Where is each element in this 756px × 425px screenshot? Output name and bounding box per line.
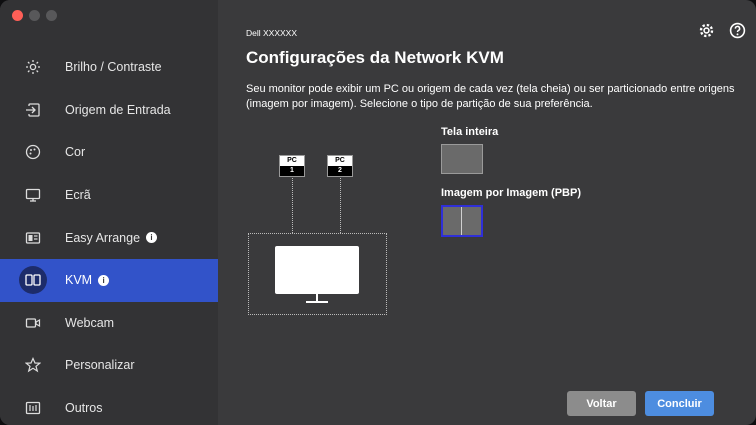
sidebar-item-color[interactable]: Cor: [0, 131, 218, 174]
sidebar-item-display[interactable]: Ecrã: [0, 174, 218, 217]
help-icon[interactable]: [729, 22, 746, 44]
full-screen-option[interactable]: [441, 144, 483, 174]
webcam-icon: [23, 313, 43, 333]
pc1-label: PC: [280, 156, 304, 166]
sidebar-item-label: Personalizar: [65, 358, 135, 373]
monitor-stand-foot: [306, 301, 328, 303]
display-icon: [23, 185, 43, 205]
sidebar-item-label: KVM: [65, 273, 93, 288]
top-icons: [698, 22, 746, 44]
color-icon: [23, 142, 43, 162]
sidebar-item-label: Cor: [65, 145, 86, 160]
sidebar-item-personalize[interactable]: Personalizar: [0, 344, 218, 387]
zoom-window-button[interactable]: [46, 10, 57, 21]
sidebar-item-easy-arrange[interactable]: Easy Arrange i: [0, 216, 218, 259]
pbp-divider: [461, 207, 462, 235]
app-window: Brilho / Contraste Origem de Entrada Cor…: [0, 0, 756, 425]
easy-arrange-icon: [23, 228, 43, 248]
brightness-icon: [23, 57, 43, 77]
gear-icon[interactable]: [698, 22, 715, 44]
info-icon[interactable]: i: [98, 274, 110, 286]
sidebar-item-label: Origem de Entrada: [65, 102, 171, 117]
back-button[interactable]: Voltar: [567, 391, 636, 416]
kvm-diagram: PC 1 PC 2: [248, 148, 390, 318]
page-description: Seu monitor pode exibir um PC ou origem …: [246, 83, 735, 110]
pc1-tag: PC 1: [279, 155, 305, 177]
input-source-icon: [23, 100, 43, 120]
window-controls: [12, 10, 57, 21]
sidebar: Brilho / Contraste Origem de Entrada Cor…: [0, 0, 218, 425]
sidebar-item-label: Brilho / Contraste: [65, 60, 162, 75]
kvm-icon: [19, 266, 47, 295]
pbp-option[interactable]: [441, 205, 483, 237]
done-button[interactable]: Concluir: [645, 391, 714, 416]
sidebar-item-label: Outros: [65, 401, 103, 416]
sidebar-item-others[interactable]: Outros: [0, 387, 218, 425]
monitor-screen: [275, 246, 359, 294]
star-icon: [23, 355, 43, 375]
pc2-tag: PC 2: [327, 155, 353, 177]
pc1-number: 1: [290, 167, 294, 174]
main-panel: Dell XXXXXX Configurações da Network KVM…: [218, 0, 756, 425]
sidebar-item-label: Webcam: [65, 315, 115, 330]
info-icon[interactable]: i: [146, 232, 158, 244]
sidebar-item-brightness[interactable]: Brilho / Contraste: [0, 46, 218, 89]
sidebar-item-kvm[interactable]: KVM i: [0, 258, 218, 302]
full-screen-label: Tela inteira: [441, 126, 499, 138]
sidebar-item-webcam[interactable]: Webcam: [0, 302, 218, 345]
pc2-number: 2: [338, 167, 342, 174]
sidebar-item-input-source[interactable]: Origem de Entrada: [0, 89, 218, 132]
pbp-label: Imagem por Imagem (PBP): [441, 187, 581, 199]
close-window-button[interactable]: [12, 10, 23, 21]
pc1-connector-line: [292, 178, 293, 233]
pc2-connector-line: [340, 178, 341, 233]
minimize-window-button[interactable]: [29, 10, 40, 21]
sidebar-nav: Brilho / Contraste Origem de Entrada Cor…: [0, 46, 218, 425]
sidebar-item-label: Ecrã: [65, 188, 91, 203]
others-icon: [23, 398, 43, 418]
sidebar-item-label: Easy Arrange: [65, 230, 141, 245]
pc2-label: PC: [328, 156, 352, 166]
device-name: Dell XXXXXX: [246, 28, 298, 38]
page-title: Configurações da Network KVM: [246, 48, 504, 67]
